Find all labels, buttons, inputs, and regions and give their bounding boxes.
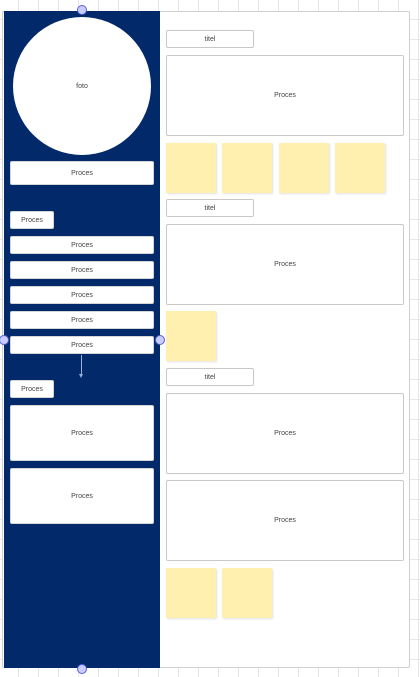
main-process-box[interactable]: Proces	[166, 480, 404, 561]
section-title-box[interactable]: titel	[166, 199, 254, 217]
sidebar-process-box-large[interactable]: Proces	[10, 405, 154, 461]
connector-line	[81, 355, 82, 375]
main-process-box[interactable]: Proces	[166, 224, 404, 305]
process-label: Proces	[274, 92, 296, 99]
process-label: Proces	[274, 261, 296, 268]
process-label: Proces	[71, 492, 93, 500]
section-title: titel	[204, 204, 216, 212]
section-title-box[interactable]: titel	[166, 368, 254, 386]
sidebar-process-box[interactable]: Proces	[10, 311, 154, 329]
sticky-note[interactable]	[279, 143, 329, 193]
sidebar-process-box[interactable]: Proces	[10, 336, 154, 354]
sidebar-process-small[interactable]: Proces	[10, 380, 54, 398]
sticky-note[interactable]	[335, 143, 385, 193]
main-process-box[interactable]: Proces	[166, 393, 404, 474]
section-title: titel	[204, 373, 216, 381]
process-label: Proces	[21, 385, 43, 393]
sticky-note[interactable]	[222, 568, 272, 618]
process-label: Proces	[71, 266, 93, 274]
sticky-note[interactable]	[166, 568, 216, 618]
process-label: Proces	[71, 241, 93, 249]
section-title: titel	[204, 35, 216, 43]
process-label: Proces	[274, 430, 296, 437]
process-label: Proces	[71, 169, 93, 177]
sticky-note[interactable]	[222, 143, 272, 193]
resize-handle-top[interactable]	[77, 5, 87, 15]
section-title-box[interactable]: titel	[166, 30, 254, 48]
photo-label: foto	[76, 82, 88, 90]
sticky-note[interactable]	[166, 311, 216, 361]
process-label: Proces	[71, 316, 93, 324]
resize-handle-right[interactable]	[155, 335, 165, 345]
resize-handle-bottom[interactable]	[77, 664, 87, 674]
sidebar-process-box[interactable]: Proces	[10, 236, 154, 254]
process-label: Proces	[71, 341, 93, 349]
sticky-note[interactable]	[166, 143, 216, 193]
process-label: Proces	[71, 429, 93, 437]
photo-circle[interactable]: foto	[13, 17, 151, 155]
process-label: Proces	[71, 291, 93, 299]
sidebar-process-box[interactable]: Proces	[10, 261, 154, 279]
connector-arrow-icon	[79, 374, 83, 378]
sidebar-process-small[interactable]: Proces	[10, 211, 54, 229]
process-label: Proces	[274, 517, 296, 524]
process-label: Proces	[21, 216, 43, 224]
main-process-box[interactable]: Proces	[166, 55, 404, 136]
sidebar-process-box[interactable]: Proces	[10, 161, 154, 185]
sidebar-process-box[interactable]: Proces	[10, 286, 154, 304]
sidebar-process-box-large[interactable]: Proces	[10, 468, 154, 524]
